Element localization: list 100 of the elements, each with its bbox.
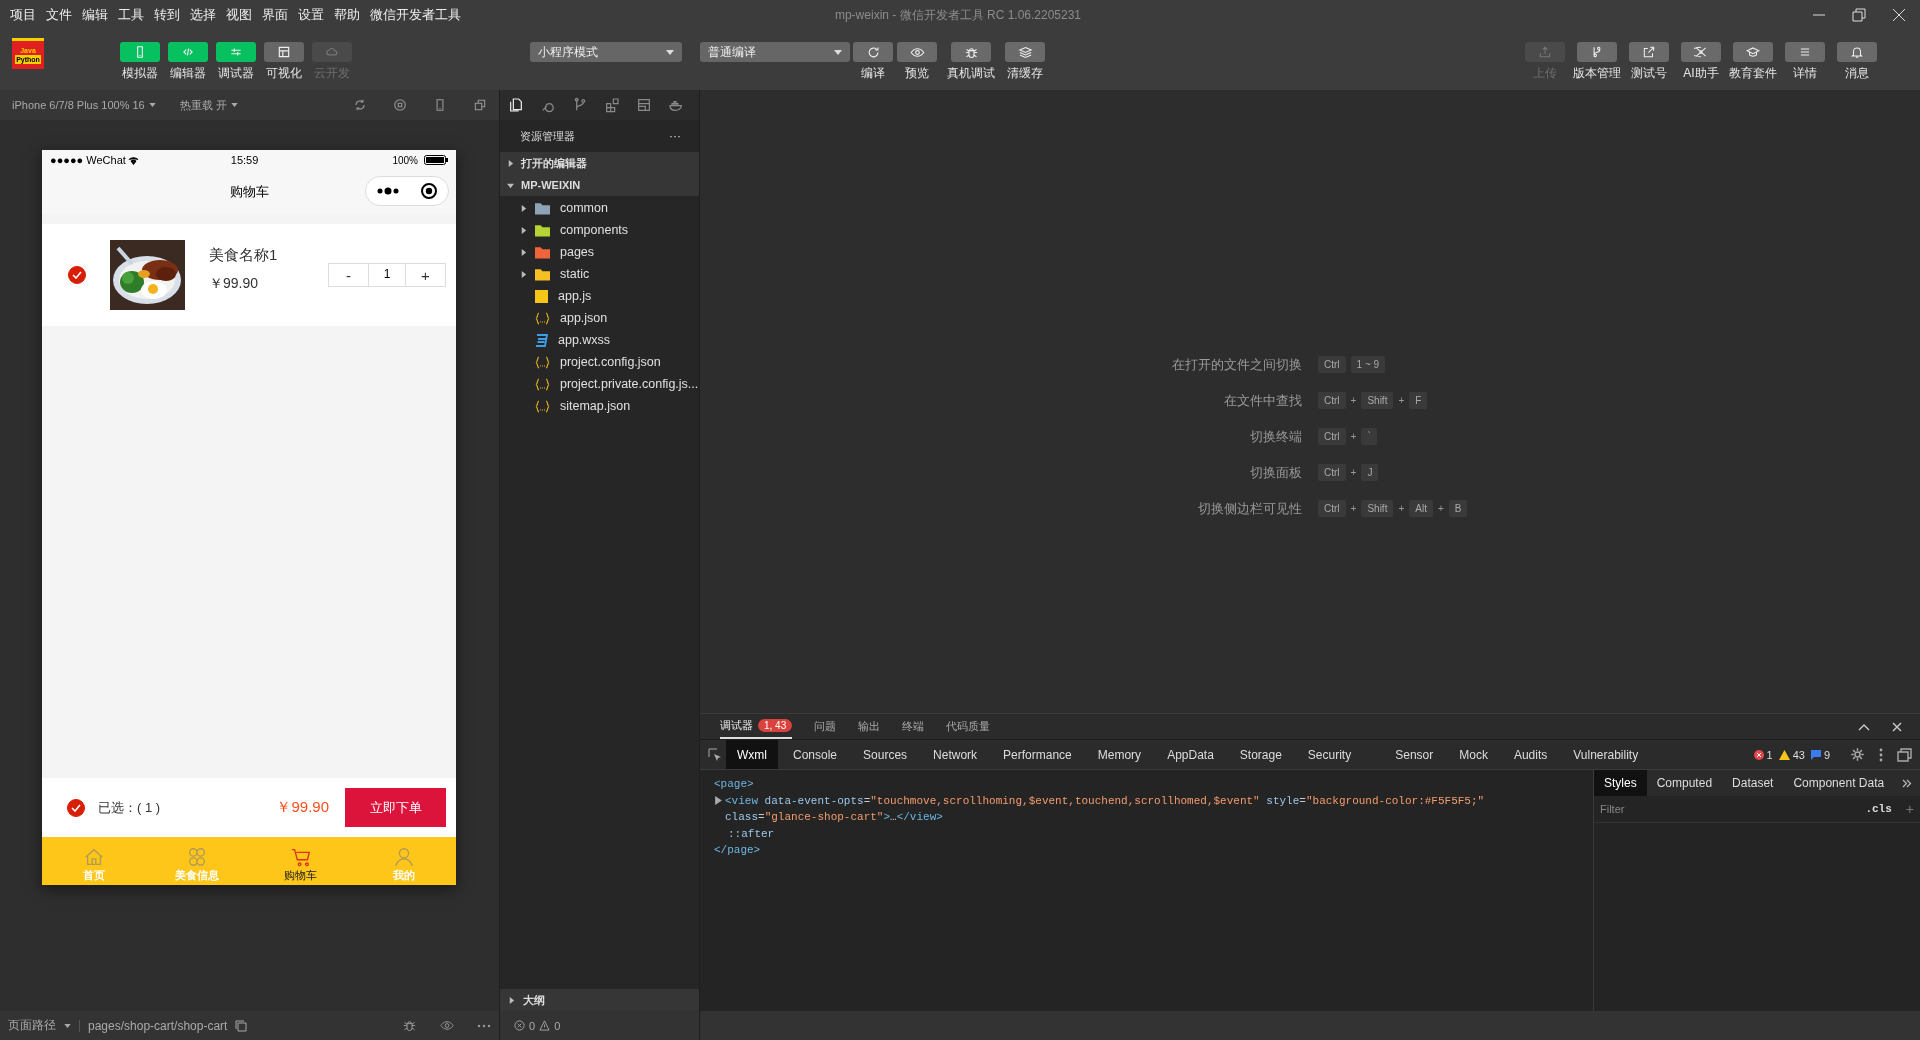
close-target-icon[interactable] <box>419 182 438 200</box>
devtools-tab[interactable]: Performance <box>992 740 1083 769</box>
panel-tab[interactable]: 输出 <box>858 714 881 739</box>
file-tree-item[interactable]: static <box>500 263 699 285</box>
file-tree-item[interactable]: app.json <box>500 307 699 329</box>
caret-icon[interactable] <box>520 204 527 212</box>
toolbar-button[interactable] <box>897 42 937 62</box>
devtools-tab[interactable]: AppData <box>1156 740 1225 769</box>
caret-icon[interactable] <box>520 270 527 278</box>
styles-tab[interactable]: Dataset <box>1722 770 1784 796</box>
menu-item[interactable]: 编辑 <box>82 6 108 24</box>
devtools-tab[interactable]: Audits <box>1502 740 1559 769</box>
section-header[interactable]: MP-WEIXIN <box>500 174 699 196</box>
item-checkbox[interactable] <box>68 266 86 284</box>
section-header[interactable]: 大纲 <box>500 989 699 1011</box>
caret-icon[interactable] <box>148 103 156 107</box>
menu-item[interactable]: 转到 <box>154 6 180 24</box>
capsule-button[interactable] <box>365 176 449 206</box>
devtools-tab[interactable]: Mock <box>1448 740 1499 769</box>
devtools-tab[interactable]: Security <box>1296 740 1363 769</box>
expand-icon[interactable] <box>714 795 723 805</box>
file-tree-item[interactable]: sitemap.json <box>500 395 699 417</box>
devtools-tab[interactable]: Vulnerability <box>1562 740 1650 769</box>
devtools-tab[interactable]: Memory <box>1086 740 1153 769</box>
eye-icon[interactable] <box>439 1018 455 1033</box>
select-all-checkbox[interactable] <box>67 798 85 817</box>
devtools-tab[interactable]: Sources <box>852 740 919 769</box>
devtools-tab[interactable]: Sensor <box>1384 740 1445 769</box>
file-tree-item[interactable]: components <box>500 219 699 241</box>
windows-icon[interactable] <box>473 98 487 112</box>
close-icon[interactable] <box>1892 721 1902 732</box>
dock-icon[interactable] <box>1897 747 1912 762</box>
panel-tab[interactable]: 终端 <box>902 714 925 739</box>
toolbar-button[interactable] <box>1629 42 1669 62</box>
layout-icon[interactable] <box>636 97 652 113</box>
caret-icon[interactable] <box>230 103 238 107</box>
caret-icon[interactable] <box>64 1023 71 1028</box>
file-tree-item[interactable]: app.js <box>500 285 699 307</box>
menu-item[interactable]: 微信开发者工具 <box>370 6 461 24</box>
toolbar-button[interactable] <box>1005 42 1045 62</box>
rotate-icon[interactable] <box>353 98 367 112</box>
file-tree-item[interactable]: app.wxss <box>500 329 699 351</box>
file-tree-item[interactable]: pages <box>500 241 699 263</box>
page-path-dropdown[interactable]: 页面路径 <box>8 1017 56 1034</box>
device-dropdown[interactable]: iPhone 6/7/8 Plus 100% 16 <box>12 99 145 111</box>
cls-button[interactable]: .cls <box>1865 803 1892 815</box>
devtools-tab[interactable]: Console <box>782 740 849 769</box>
settings-icon[interactable] <box>1850 747 1865 762</box>
toolbar-button[interactable] <box>264 42 304 62</box>
section-header[interactable]: 打开的编辑器 <box>500 152 699 174</box>
toolbar-button[interactable] <box>1577 42 1617 62</box>
toolbar-button[interactable] <box>1785 42 1825 62</box>
toolbar-button[interactable] <box>853 42 893 62</box>
copy-icon[interactable] <box>235 1019 248 1032</box>
kebab-menu-icon[interactable] <box>1879 747 1883 762</box>
file-tree-item[interactable]: common <box>500 197 699 219</box>
chevron-up-icon[interactable] <box>1858 722 1870 731</box>
stop-icon[interactable] <box>393 98 407 112</box>
menu-item[interactable]: 选择 <box>190 6 216 24</box>
file-tree-item[interactable]: project.private.config.js... <box>500 373 699 395</box>
hot-reload-dropdown[interactable]: 热重载 开 <box>179 97 227 113</box>
branch-icon[interactable] <box>572 97 588 113</box>
menu-item[interactable]: 视图 <box>226 6 252 24</box>
devtools-tab[interactable]: Storage <box>1228 740 1293 769</box>
panel-tab[interactable]: 代码质量 <box>946 714 991 739</box>
menu-item[interactable]: 设置 <box>298 6 324 24</box>
extensions-icon[interactable] <box>604 97 620 113</box>
menu-item[interactable]: 工具 <box>118 6 144 24</box>
styles-tab[interactable]: Styles <box>1594 770 1647 796</box>
more-icon[interactable] <box>376 187 399 195</box>
file-tree-item[interactable]: project.config.json <box>500 351 699 373</box>
tab-bar-item[interactable]: 购物车 <box>249 837 353 885</box>
restore-icon[interactable] <box>1852 8 1866 22</box>
menu-item[interactable]: 帮助 <box>334 6 360 24</box>
bug-icon[interactable] <box>402 1018 417 1033</box>
compile-select[interactable]: 普通编译 <box>700 42 850 62</box>
devtools-tab[interactable]: Wxml <box>726 740 778 769</box>
menu-item[interactable]: 项目 <box>10 6 36 24</box>
menu-item[interactable]: 文件 <box>46 6 72 24</box>
files-icon[interactable] <box>508 97 524 113</box>
styles-tab[interactable]: Computed <box>1646 770 1723 796</box>
close-icon[interactable] <box>1892 8 1906 22</box>
devtools-tab[interactable]: Network <box>922 740 989 769</box>
toolbar-button[interactable] <box>1837 42 1877 62</box>
panel-tab[interactable]: 问题 <box>814 714 837 739</box>
toolbar-button[interactable] <box>1733 42 1773 62</box>
chevron-double-icon[interactable] <box>1902 778 1912 788</box>
inspect-icon[interactable] <box>708 747 722 762</box>
phone-icon[interactable] <box>433 98 447 112</box>
caret-icon[interactable] <box>520 248 527 256</box>
toolbar-label: 教育套件 <box>1729 65 1777 82</box>
order-button[interactable]: 立即下单 <box>345 788 446 827</box>
styles-tab[interactable]: Component Data <box>1783 770 1895 796</box>
mode-select[interactable]: 小程序模式 <box>530 42 682 62</box>
caret-icon[interactable] <box>520 226 527 234</box>
toolbar-button[interactable] <box>1681 42 1721 62</box>
menu-item[interactable]: 界面 <box>262 6 288 24</box>
menu-icon <box>1798 45 1812 59</box>
more-button[interactable]: ··· <box>669 129 681 143</box>
toolbar-button[interactable] <box>951 42 991 62</box>
